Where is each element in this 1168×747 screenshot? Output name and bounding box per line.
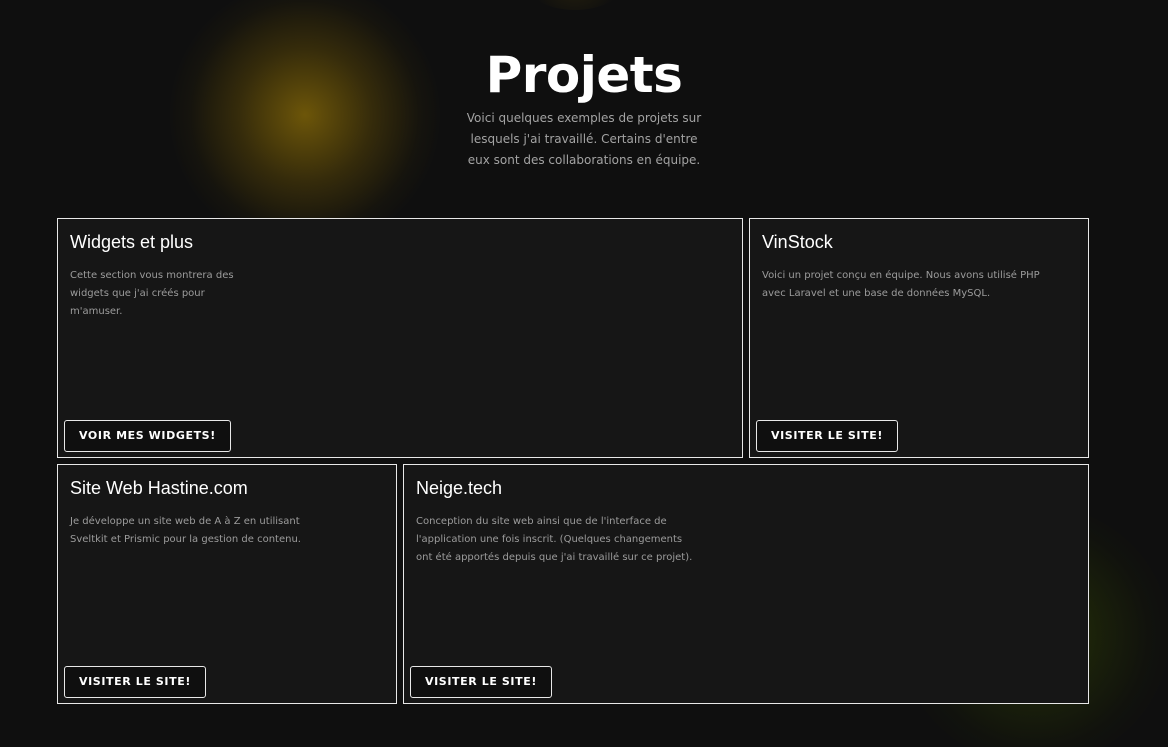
project-card-neige: Neige.tech Conception du site web ainsi … xyxy=(403,464,1089,704)
project-card-widgets: Widgets et plus Cette section vous montr… xyxy=(57,218,743,458)
page-title: Projets xyxy=(485,46,683,104)
visit-site-button[interactable]: VISITER LE SITE! xyxy=(64,666,206,698)
projects-page: Projets Voici quelques exemples de proje… xyxy=(0,0,1168,747)
project-description: Conception du site web ainsi que de l'in… xyxy=(416,516,693,563)
visit-site-button[interactable]: VISITER LE SITE! xyxy=(756,420,898,452)
page-subtitle: Voici quelques exemples de projets sur l… xyxy=(466,111,702,167)
project-description: Cette section vous montrera des widgets … xyxy=(70,270,234,317)
project-description: Voici un projet conçu en équipe. Nous av… xyxy=(762,270,1040,299)
view-widgets-button[interactable]: VOIR MES WIDGETS! xyxy=(64,420,231,452)
projects-header: Projets Voici quelques exemples de proje… xyxy=(0,42,1168,171)
project-title: VinStock xyxy=(762,232,833,252)
project-description: Je développe un site web de A à Z en uti… xyxy=(70,516,301,545)
project-card-vinstock: VinStock Voici un projet conçu en équipe… xyxy=(749,218,1089,458)
project-title: Widgets et plus xyxy=(70,232,194,252)
visit-site-button[interactable]: VISITER LE SITE! xyxy=(410,666,552,698)
project-title: Neige.tech xyxy=(416,478,503,498)
background-glow-top xyxy=(520,0,630,10)
project-title: Site Web Hastine.com xyxy=(70,478,248,498)
project-card-hastine: Site Web Hastine.com Je développe un sit… xyxy=(57,464,397,704)
